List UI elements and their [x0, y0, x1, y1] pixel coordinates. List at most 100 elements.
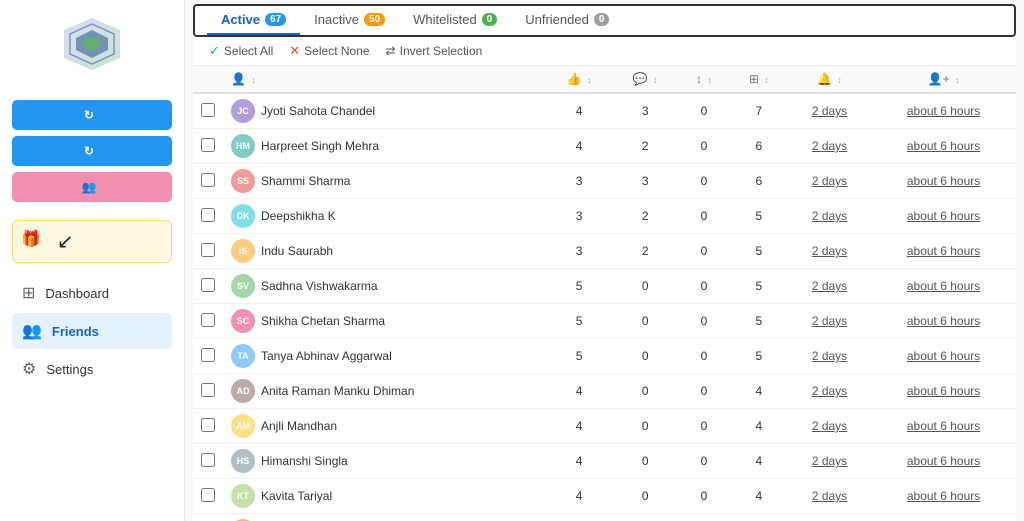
sync-friends-icon: ↻ [84, 108, 94, 122]
row-checkbox[interactable] [201, 103, 215, 117]
row-checkbox[interactable] [201, 278, 215, 292]
row-checkbox-cell[interactable] [193, 339, 223, 374]
row-checkbox-cell[interactable] [193, 199, 223, 234]
row-notify: 2 days [788, 479, 871, 514]
col-friend-since[interactable]: 👤+ ↕ [871, 66, 1016, 93]
row-checkbox[interactable] [201, 383, 215, 397]
friend-name-text[interactable]: Shammi Sharma [261, 174, 350, 188]
row-grid: 5 [730, 199, 788, 234]
table-row: AD Anita Raman Manku Dhiman 4 0 0 4 2 da… [193, 374, 1016, 409]
friend-name-text[interactable]: Harpreet Singh Mehra [261, 139, 379, 153]
row-name-cell: TA Tanya Abhinav Aggarwal [223, 339, 546, 374]
friend-name-text[interactable]: Tanya Abhinav Aggarwal [261, 349, 392, 363]
table-row: JC Jyoti Sahota Chandel 4 3 0 7 2 days a… [193, 93, 1016, 129]
row-checkbox-cell[interactable] [193, 374, 223, 409]
row-since: about 6 hours [871, 164, 1016, 199]
table-row: DK Deepshikha K 3 2 0 5 2 days about 6 h… [193, 199, 1016, 234]
row-since: about 6 hours [871, 199, 1016, 234]
unfriend-selected-button[interactable]: 👥 [12, 172, 172, 202]
row-checkbox[interactable] [201, 138, 215, 152]
row-checkbox-cell[interactable] [193, 514, 223, 521]
row-checkbox-cell[interactable] [193, 444, 223, 479]
friend-name-text[interactable]: Anjli Mandhan [261, 419, 337, 433]
row-checkbox-cell[interactable] [193, 164, 223, 199]
sidebar-item-settings[interactable]: ⚙ Settings [12, 351, 172, 387]
tab-unfriended[interactable]: Unfriended 0 [511, 6, 623, 35]
row-since: about 6 hours [871, 304, 1016, 339]
sidebar-item-dashboard[interactable]: ⊞ Dashboard [12, 275, 172, 311]
row-checkbox[interactable] [201, 173, 215, 187]
tab-inactive-label: Inactive [314, 12, 359, 27]
row-checkbox[interactable] [201, 418, 215, 432]
col-likes[interactable]: 👍 ↕ [546, 66, 612, 93]
friends-table-container[interactable]: 👤 ↕ 👍 ↕ 💬 ↕ ↕ ↕ ⊞ ↕ 🔔 ↕ 👤+ ↕ JC Jyoti Sa… [193, 66, 1016, 521]
row-checkbox[interactable] [201, 313, 215, 327]
avatar: SS [231, 169, 255, 193]
row-checkbox[interactable] [201, 453, 215, 467]
col-notify[interactable]: 🔔 ↕ [788, 66, 871, 93]
table-row: HS Himanshi Singla 4 0 0 4 2 days about … [193, 444, 1016, 479]
row-likes: 3 [546, 234, 612, 269]
row-shares: 0 [678, 339, 730, 374]
tab-active[interactable]: Active 67 [207, 6, 300, 35]
row-checkbox-cell[interactable] [193, 304, 223, 339]
row-checkbox-cell[interactable] [193, 409, 223, 444]
friend-name-text[interactable]: Shikha Chetan Sharma [261, 314, 385, 328]
row-shares: 0 [678, 409, 730, 444]
row-shares: 0 [678, 129, 730, 164]
select-all-action[interactable]: ✓ Select All [209, 43, 273, 59]
select-none-action[interactable]: ✕ Select None [289, 43, 369, 59]
select-none-label: Select None [304, 44, 369, 58]
row-comments: 3 [612, 93, 678, 129]
row-comments: 0 [612, 479, 678, 514]
friend-name-text[interactable]: Sadhna Vishwakarma [261, 279, 378, 293]
friend-name-text[interactable]: Anita Raman Manku Dhiman [261, 384, 414, 398]
row-notify: 2 days [788, 374, 871, 409]
avatar: IS [231, 239, 255, 263]
row-notify: 2 days [788, 304, 871, 339]
row-comments: 0 [612, 409, 678, 444]
friend-name-text[interactable]: Himanshi Singla [261, 454, 348, 468]
row-likes: 4 [546, 444, 612, 479]
row-checkbox-cell[interactable] [193, 234, 223, 269]
row-checkbox[interactable] [201, 488, 215, 502]
row-grid: 5 [730, 269, 788, 304]
col-grid[interactable]: ⊞ ↕ [730, 66, 788, 93]
row-grid: 4 [730, 514, 788, 521]
col-comments[interactable]: 💬 ↕ [612, 66, 678, 93]
promo-box: 🎁 ↙ [12, 220, 172, 263]
friend-name-text[interactable]: Kavita Tariyal [261, 489, 332, 503]
row-checkbox-cell[interactable] [193, 269, 223, 304]
row-notify: 2 days [788, 409, 871, 444]
row-likes: 4 [546, 129, 612, 164]
sync-friends-button[interactable]: ↻ [12, 100, 172, 130]
row-checkbox[interactable] [201, 243, 215, 257]
tab-inactive[interactable]: Inactive 50 [300, 6, 399, 35]
friend-name-text[interactable]: Deepshikha K [261, 209, 336, 223]
col-name[interactable]: 👤 ↕ [223, 66, 546, 93]
avatar: HS [231, 449, 255, 473]
avatar: SV [231, 274, 255, 298]
row-shares: 0 [678, 304, 730, 339]
sync-engagements-button[interactable]: ↻ [12, 136, 172, 166]
row-since: about 6 hours [871, 269, 1016, 304]
row-checkbox[interactable] [201, 348, 215, 362]
row-grid: 4 [730, 374, 788, 409]
row-checkbox-cell[interactable] [193, 93, 223, 129]
row-checkbox-cell[interactable] [193, 129, 223, 164]
avatar: AD [231, 379, 255, 403]
row-checkbox-cell[interactable] [193, 479, 223, 514]
row-comments: 0 [612, 374, 678, 409]
friend-name-text[interactable]: Indu Saurabh [261, 244, 333, 258]
tab-whitelisted[interactable]: Whitelisted 0 [399, 6, 511, 35]
friend-name-text[interactable]: Jyoti Sahota Chandel [261, 104, 375, 118]
invert-selection-action[interactable]: ⇄ Invert Selection [386, 44, 483, 58]
avatar: SC [231, 309, 255, 333]
row-comments: 0 [612, 269, 678, 304]
row-comments: 2 [612, 199, 678, 234]
avatar: HM [231, 134, 255, 158]
tab-inactive-badge: 50 [364, 13, 385, 26]
col-shares[interactable]: ↕ ↕ [678, 66, 730, 93]
sidebar-item-friends[interactable]: 👥 Friends [12, 313, 172, 349]
row-checkbox[interactable] [201, 208, 215, 222]
